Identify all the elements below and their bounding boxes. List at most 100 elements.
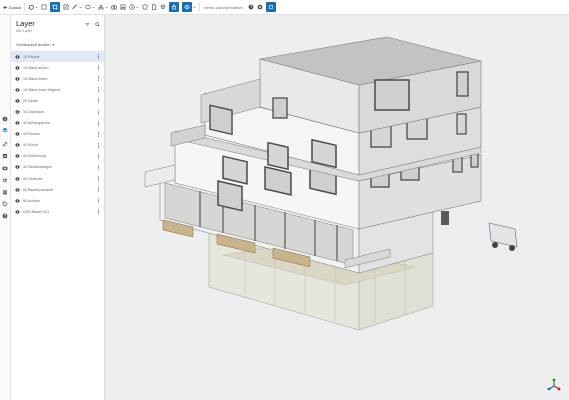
- more-vertical-icon[interactable]: [97, 154, 100, 159]
- eye-icon[interactable]: [15, 65, 20, 70]
- layer-row[interactable]: 10 Wand innen: [11, 73, 104, 84]
- eye-icon[interactable]: [15, 154, 20, 159]
- info-icon[interactable]: [2, 116, 8, 122]
- layer-label: 50 Geländer: [23, 176, 43, 181]
- checklist-icon[interactable]: [2, 153, 8, 159]
- capture-button[interactable]: [111, 2, 117, 12]
- panel-title: Layer: [16, 19, 35, 28]
- more-vertical-icon[interactable]: [97, 87, 100, 93]
- comments-button[interactable]: [142, 2, 148, 12]
- layer-row[interactable]: 60 Achsen: [11, 195, 104, 206]
- issues-dropdown[interactable]: [135, 2, 139, 12]
- model-link[interactable]: bimfo.com/derivative: [204, 5, 243, 10]
- camera-icon[interactable]: [2, 165, 8, 171]
- eye-icon[interactable]: [15, 187, 20, 192]
- chevron-down-icon: [136, 6, 139, 8]
- eye-icon[interactable]: [15, 132, 20, 136]
- eye-icon[interactable]: [15, 88, 20, 92]
- more-vertical-icon[interactable]: [97, 54, 100, 59]
- layer-row[interactable]: 40 Sanitäranlagen: [11, 162, 104, 173]
- layer-list: 10 Räume 10 Wand außen 10 Wand innen 10 Wan…: [11, 51, 104, 217]
- back-button[interactable]: Zurück: [3, 5, 21, 10]
- panel-subtitle[interactable]: Alle Layer: [16, 29, 32, 33]
- building-icon[interactable]: [2, 189, 8, 195]
- tree-icon[interactable]: [2, 177, 8, 183]
- visibility-button[interactable]: [182, 2, 193, 12]
- help-icon: [248, 4, 254, 10]
- more-vertical-icon[interactable]: [97, 131, 100, 137]
- settings-button[interactable]: [257, 2, 263, 12]
- more-vertical-icon[interactable]: [97, 143, 100, 148]
- eye-icon[interactable]: [15, 121, 20, 125]
- layer-label: 40 Möblierung: [23, 154, 46, 159]
- more-vertical-icon[interactable]: [97, 176, 100, 181]
- 3d-viewport[interactable]: [105, 15, 569, 400]
- layer-row[interactable]: 40 Küche: [11, 140, 104, 151]
- main-toolbar: Zurück bimfo.com/derivative: [0, 0, 569, 15]
- edit-icon: [63, 4, 69, 10]
- more-vertical-icon[interactable]: [97, 198, 100, 204]
- layer-row[interactable]: 60 Baukörperkante: [11, 184, 104, 195]
- measure-dropdown[interactable]: [78, 2, 82, 12]
- eye-icon[interactable]: [15, 143, 20, 147]
- eye-icon[interactable]: [15, 54, 20, 59]
- visibility-dropdown[interactable]: [192, 2, 196, 12]
- layer-row[interactable]: IU50 Raster 001: [11, 206, 104, 217]
- orbit-dropdown[interactable]: [34, 2, 38, 12]
- eye-icon: [184, 4, 190, 10]
- layers-icon[interactable]: [2, 127, 8, 133]
- more-vertical-icon[interactable]: [97, 109, 100, 115]
- more-vertical-icon[interactable]: [97, 98, 100, 104]
- edit-tool-button[interactable]: [63, 2, 69, 12]
- help-icon[interactable]: [2, 213, 8, 219]
- axis-gizmo-icon[interactable]: [547, 378, 561, 392]
- layer-row[interactable]: 50 Geländer: [11, 173, 104, 184]
- layer-row[interactable]: 40 Fenster: [11, 129, 104, 140]
- filter-icon[interactable]: [85, 22, 90, 27]
- back-label: Zurück: [9, 4, 22, 10]
- layer-label: 30 Dachdach: [23, 110, 45, 115]
- search-icon[interactable]: [95, 22, 100, 27]
- documents-button[interactable]: [151, 2, 157, 12]
- layer-row[interactable]: 40 Abhangdecke: [11, 118, 104, 129]
- layer-row[interactable]: 10 Wand außen: [11, 62, 104, 73]
- eye-icon[interactable]: [15, 165, 20, 170]
- link-icon[interactable]: [2, 141, 8, 147]
- shield-icon: [142, 4, 148, 10]
- tag-icon[interactable]: [2, 201, 8, 207]
- layer-row[interactable]: 10 Wand innen tragend: [11, 84, 104, 95]
- layer-panel: Layer Alle Layer Sichtbarkeit ändern ▼ 1…: [11, 15, 105, 400]
- select-tool-button[interactable]: [50, 2, 61, 12]
- eye-icon[interactable]: [15, 99, 20, 103]
- more-vertical-icon[interactable]: [97, 209, 100, 215]
- layer-row[interactable]: 40 Möblierung: [11, 151, 104, 162]
- eye-icon[interactable]: [15, 210, 20, 214]
- left-rail: [0, 15, 11, 400]
- chevron-down-icon: [35, 6, 38, 8]
- layer-row[interactable]: 20 Decke: [11, 95, 104, 106]
- eye-icon[interactable]: [15, 199, 20, 203]
- fullscreen-button[interactable]: [265, 2, 276, 12]
- more-vertical-icon[interactable]: [97, 165, 100, 170]
- eye-icon[interactable]: [15, 176, 20, 181]
- eye-icon[interactable]: [15, 77, 20, 81]
- layer-row[interactable]: 10 Räume: [11, 51, 104, 63]
- layer-label: 60 Achsen: [23, 198, 40, 203]
- more-vertical-icon[interactable]: [97, 120, 100, 126]
- markup-dropdown[interactable]: [91, 2, 95, 12]
- properties-button[interactable]: [160, 2, 166, 12]
- layer-label: 40 Küche: [23, 143, 39, 148]
- more-vertical-icon[interactable]: [97, 187, 100, 192]
- layer-label: 10 Wand innen: [23, 76, 48, 81]
- sort-dropdown[interactable]: Sichtbarkeit ändern ▼: [16, 42, 55, 47]
- help-button[interactable]: [248, 2, 254, 12]
- snapshot-button[interactable]: [120, 2, 126, 12]
- lock-button[interactable]: [169, 2, 180, 12]
- cut-dropdown[interactable]: [104, 2, 108, 12]
- section-box-button[interactable]: [41, 2, 47, 12]
- building-model[interactable]: [105, 15, 569, 400]
- layer-row[interactable]: 30 Dachdach: [11, 106, 104, 117]
- eye-icon[interactable]: [15, 110, 20, 114]
- more-vertical-icon[interactable]: [97, 65, 100, 70]
- more-vertical-icon[interactable]: [97, 76, 100, 81]
